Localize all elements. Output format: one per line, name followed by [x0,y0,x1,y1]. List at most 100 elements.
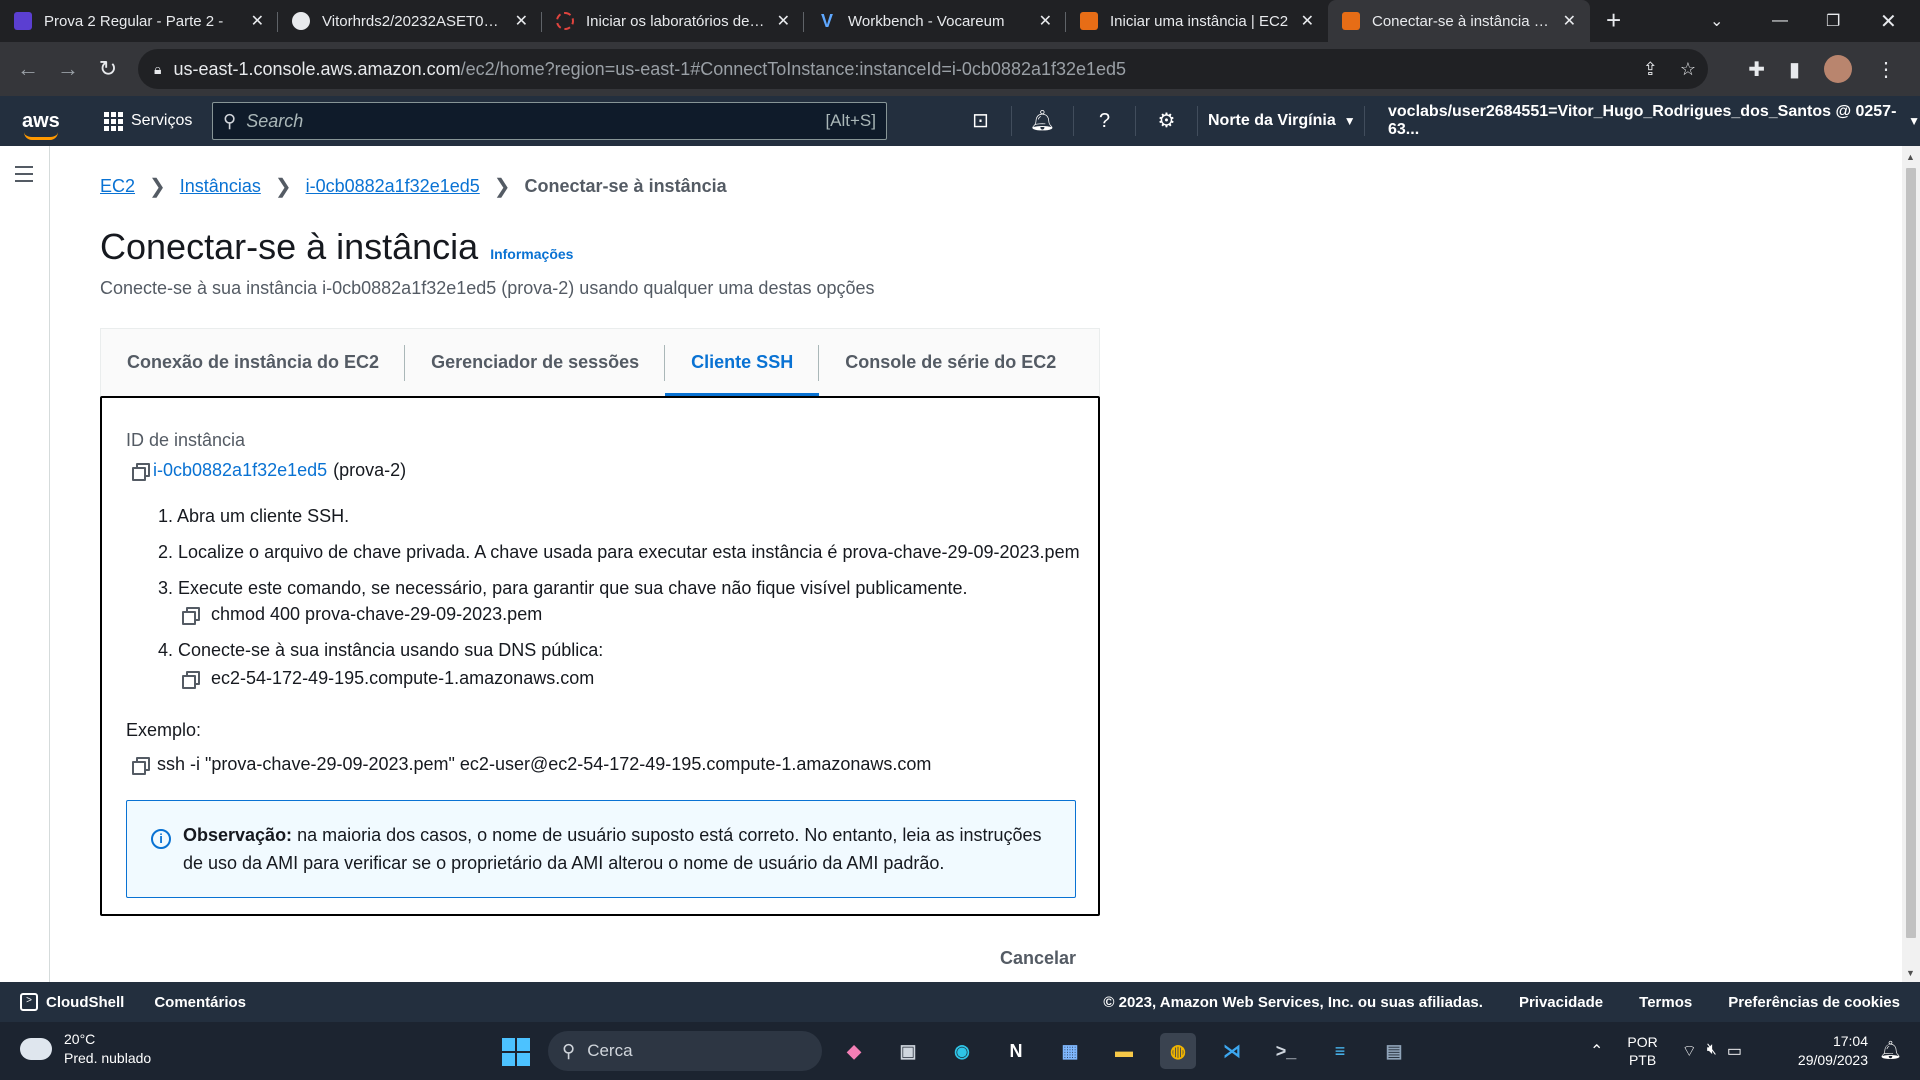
notepad-icon[interactable]: ≡ [1322,1033,1358,1069]
maximize-icon[interactable]: ❐ [1826,0,1840,42]
language-indicator[interactable]: POR PTB [1627,1033,1657,1069]
weather-cloud-icon [16,1032,52,1060]
github-icon [292,12,310,30]
instance-id-link[interactable]: i-0cb0882a1f32e1ed5 [153,460,327,481]
scroll-up-icon[interactable]: ▲ [1906,152,1915,162]
minimize-icon[interactable]: — [1772,0,1788,42]
terms-link[interactable]: Termos [1639,994,1692,1011]
weather-condition: Pred. nublado [64,1050,152,1066]
edge-icon[interactable]: ◉ [944,1033,980,1069]
browser-tab[interactable]: V Workbench - Vocareum ✕ [804,0,1066,42]
bookmark-star-icon[interactable]: ☆ [1680,59,1696,80]
copy-icon[interactable] [182,671,200,689]
address-bar[interactable]: 🔒︎ us-east-1.console.aws.amazon.com/ec2/… [138,49,1708,89]
search-input[interactable]: ⚲ Search [Alt+S] [212,102,887,140]
cloudshell-icon[interactable]: > [20,993,38,1011]
close-icon[interactable]: ✕ [777,11,790,31]
system-icons[interactable]: ⌔ 🔇︎ ▭ [1682,1041,1742,1061]
cloudshell-link[interactable]: CloudShell [46,994,124,1011]
tab-serial-console[interactable]: Console de série do EC2 [819,329,1082,397]
calculator-icon[interactable]: ▤ [1376,1033,1412,1069]
cookie-preferences-link[interactable]: Preferências de cookies [1728,994,1900,1011]
page-scrollbar[interactable]: ▲ ▼ [1902,146,1920,982]
aws-logo[interactable]: aws [22,111,62,140]
battery-icon: ▭ [1726,1043,1743,1060]
privacy-link[interactable]: Privacidade [1519,994,1603,1011]
new-tab-icon[interactable]: + [1606,0,1621,42]
cancel-button[interactable]: Cancelar [1000,948,1076,969]
region-selector[interactable]: Norte da Virgínia ▼ [1208,96,1356,146]
close-icon[interactable]: ✕ [1039,11,1052,31]
notifications-bell-icon[interactable]: 🔔︎ [1012,106,1074,136]
copy-icon[interactable] [182,607,200,625]
breadcrumb-instance-id[interactable]: i-0cb0882a1f32e1ed5 [306,176,480,197]
settings-gear-icon[interactable]: ⚙ [1136,106,1198,136]
tab-ssh-client[interactable]: Cliente SSH [665,329,820,397]
cloudshell-icon[interactable]: ⊡ [950,106,1012,136]
breadcrumb-ec2[interactable]: EC2 [100,176,135,197]
forward-icon[interactable]: → [48,56,88,82]
start-button-icon[interactable] [502,1038,530,1066]
tab-title: Iniciar os laboratórios de a... [586,12,767,30]
chevron-up-icon[interactable]: ⌃ [1590,1041,1603,1061]
breadcrumb-instances[interactable]: Instâncias [180,176,261,197]
reload-icon[interactable]: ↻ [88,56,128,82]
taskbar-search-placeholder: Cerca [587,1041,633,1060]
close-icon[interactable]: ✕ [1301,11,1314,31]
url-host: us-east-1.console.aws.amazon.com [173,58,461,79]
clock[interactable]: 17:04 29/09/2023 [1798,1032,1868,1070]
public-dns: ec2-54-172-49-195.compute-1.amazonaws.co… [211,668,595,688]
copilot-icon[interactable]: ◆ [836,1033,872,1069]
copy-icon[interactable] [132,463,150,481]
file-explorer-icon[interactable]: ▬ [1106,1033,1142,1069]
aws-top-nav: aws Serviços ⚲ Search [Alt+S] ⊡ 🔔︎ ? ⚙ N… [0,96,1920,146]
search-icon: ⚲ [223,110,237,131]
side-panel-icon[interactable]: ▮ [1789,57,1800,82]
side-navigation [0,146,50,982]
task-view-icon[interactable]: ▣ [890,1033,926,1069]
list-item: 3. Execute este comando, se necessário, … [158,578,968,598]
tab-title: Workbench - Vocareum [848,12,1005,30]
taskbar-search-input[interactable]: ⚲ Cerca [548,1031,822,1071]
chrome-icon[interactable]: ◍ [1160,1033,1196,1069]
browser-tab[interactable]: Prova 2 Regular - Parte 2 - ✕ [0,0,278,42]
account-menu[interactable]: voclabs/user2684551=Vitor_Hugo_Rodrigues… [1388,96,1920,146]
browser-menu-icon[interactable]: ⋮ [1876,57,1896,82]
extensions-icon[interactable]: ✚ [1748,57,1765,82]
store-icon[interactable]: ▦ [1052,1033,1088,1069]
comments-link[interactable]: Comentários [154,994,246,1011]
browser-tab[interactable]: Iniciar os laboratórios de a... ✕ [542,0,804,42]
window-close-icon[interactable]: ✕ [1880,0,1897,42]
share-icon[interactable]: ⇪ [1643,59,1658,80]
notion-icon[interactable]: N [998,1033,1034,1069]
menu-hamburger-icon[interactable] [15,166,33,187]
avatar[interactable] [1824,55,1852,83]
scroll-down-icon[interactable]: ▼ [1906,968,1915,978]
tab-session-manager[interactable]: Gerenciador de sessões [405,329,666,397]
scrollbar-thumb[interactable] [1906,168,1916,938]
close-icon[interactable]: ✕ [1563,11,1576,31]
services-menu-button[interactable]: Serviços [104,111,192,131]
list-item: 2. Localize o arquivo de chave privada. … [158,542,1080,562]
language-line2: PTB [1628,1052,1657,1068]
ssh-client-panel: ID de instância i-0cb0882a1f32e1ed5 (pro… [100,396,1100,916]
help-icon[interactable]: ? [1074,106,1136,136]
browser-tab[interactable]: Vitorhrds2/20232ASET06P... ✕ [278,0,542,42]
tab-search-icon[interactable]: ⌄ [1710,0,1723,42]
browser-tab-active[interactable]: Conectar-se à instância | E... ✕ [1328,0,1590,42]
close-icon[interactable]: ✕ [251,11,264,31]
info-link[interactable]: Informações [490,246,573,262]
close-icon[interactable]: ✕ [515,11,528,31]
volume-muted-icon: 🔇︎ [1706,1041,1717,1058]
copy-icon[interactable] [132,757,150,775]
chevron-right-icon: ❯ [493,176,511,198]
vscode-icon[interactable]: ⋊ [1214,1033,1250,1069]
list-item: 4. Conecte-se à sua instância usando sua… [158,640,604,660]
notification-bell-icon[interactable]: 🔔︎ [1879,1040,1902,1061]
tab-ec2-instance-connect[interactable]: Conexão de instância do EC2 [101,329,406,397]
weather-widget[interactable]: 20°C Pred. nublado [16,1030,152,1068]
back-icon[interactable]: ← [8,56,48,82]
terminal-icon[interactable]: >_ [1268,1033,1304,1069]
browser-tab[interactable]: Iniciar uma instância | EC2 ✕ [1066,0,1328,42]
search-icon: ⚲ [562,1040,576,1061]
